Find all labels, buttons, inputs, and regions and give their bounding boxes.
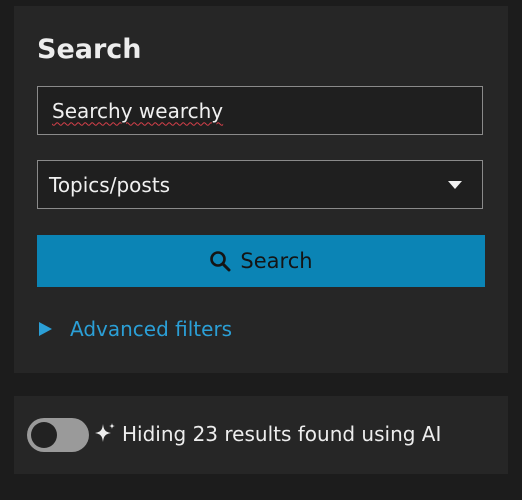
search-title: Search (37, 34, 142, 65)
advanced-filters-toggle[interactable]: Advanced filters (39, 317, 232, 341)
ai-results-bar: Hiding 23 results found using AI (14, 396, 508, 474)
sparkle-icon (95, 423, 115, 442)
search-type-select[interactable]: Topics/posts (37, 160, 483, 209)
toggle-knob (31, 422, 57, 448)
search-panel: Search Searchy wearchy Topics/posts Sear… (14, 6, 508, 373)
search-icon (210, 251, 231, 272)
search-input-value: Searchy wearchy (52, 98, 224, 123)
ai-results-toggle[interactable] (27, 418, 89, 452)
search-button-label: Search (240, 249, 313, 273)
search-button[interactable]: Search (37, 235, 485, 287)
disclosure-triangle-icon (39, 322, 52, 336)
search-type-value: Topics/posts (49, 172, 171, 197)
search-input[interactable]: Searchy wearchy (37, 86, 483, 135)
chevron-down-icon (448, 180, 462, 189)
ai-results-message: Hiding 23 results found using AI (122, 422, 442, 446)
advanced-filters-label: Advanced filters (70, 317, 233, 341)
